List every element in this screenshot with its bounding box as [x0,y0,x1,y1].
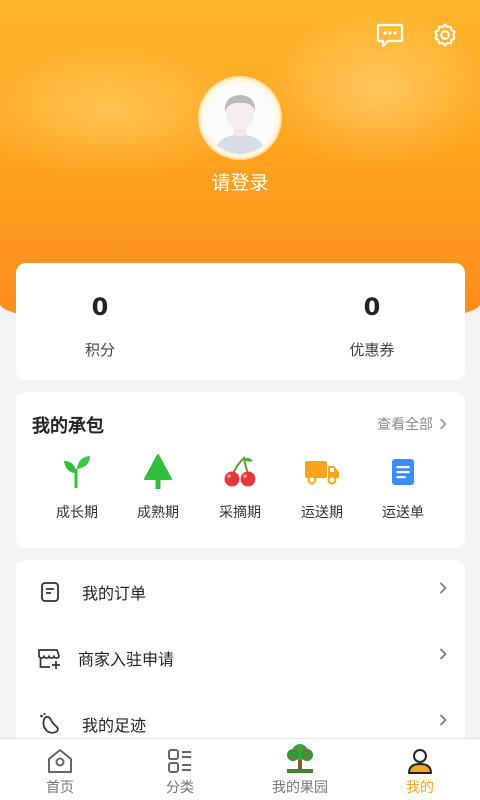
menu-list: 我的订单 商家入驻申请 我的足迹 [16,560,465,760]
chevron-right-icon [439,648,447,660]
points-stat[interactable]: 0 积分 [20,263,180,360]
section-title: 我的承包 [32,416,104,437]
coupons-label: 优惠券 [349,341,395,359]
tab-category[interactable]: 分类 [120,739,240,800]
stage-mature[interactable]: 成熟期 [118,452,198,522]
stage-shipping[interactable]: 运送期 [282,452,362,522]
menu-item-merchant-apply[interactable]: 商家入驻申请 [16,626,465,690]
order-icon [38,580,62,604]
tab-mine[interactable]: 我的 [360,739,480,800]
avatar[interactable] [200,78,280,158]
stage-picking[interactable]: 采摘期 [200,452,280,522]
chevron-right-icon [439,582,447,594]
document-icon [363,452,443,492]
chat-bubble-icon[interactable] [373,18,407,52]
truck-icon [282,452,362,492]
stage-waybill[interactable]: 运送单 [363,452,443,522]
chevron-right-icon [439,714,447,726]
bottom-tab-bar: 首页 分类 我的果园 我的 [0,738,480,800]
tab-home[interactable]: 首页 [0,739,120,800]
menu-label: 商家入驻申请 [78,650,175,669]
view-all-label: 查看全部 [377,417,433,433]
sprout-icon [37,452,117,492]
menu-label: 我的足迹 [82,716,147,735]
store-add-icon [36,646,60,670]
view-all-link[interactable]: 查看全部 [377,414,447,434]
my-contract-card: 我的承包 查看全部 成长期 成熟期 采摘期 运送期 运送单 [16,392,465,548]
tree-icon [118,452,198,492]
tab-my-orchard[interactable]: 我的果园 [240,739,360,800]
cherry-icon [200,452,280,492]
stage-label: 成长期 [56,505,98,521]
home-icon [0,739,120,775]
category-icon [120,739,240,775]
stage-growing[interactable]: 成长期 [37,452,117,522]
coupons-value: 0 [363,293,381,321]
orchard-tree-icon [240,739,360,775]
tab-label: 首页 [46,780,74,796]
menu-item-orders[interactable]: 我的订单 [16,560,465,624]
gear-icon[interactable] [428,18,462,52]
points-label: 积分 [84,341,115,359]
footprint-icon [38,712,62,736]
tab-label: 我的 [406,780,434,796]
tab-label: 分类 [166,780,194,796]
stage-label: 成熟期 [137,505,179,521]
user-icon [360,739,480,775]
points-value: 0 [91,293,109,321]
chevron-right-icon [439,418,447,430]
menu-label: 我的订单 [82,584,147,603]
tab-label: 我的果园 [272,780,328,796]
coupons-stat[interactable]: 0 优惠券 [292,263,452,360]
stats-card: 0 积分 0 优惠券 [16,263,465,380]
login-link[interactable]: 请登录 [0,168,480,195]
stage-label: 采摘期 [219,505,261,521]
stage-label: 运送期 [301,505,343,521]
stage-label: 运送单 [382,505,424,521]
